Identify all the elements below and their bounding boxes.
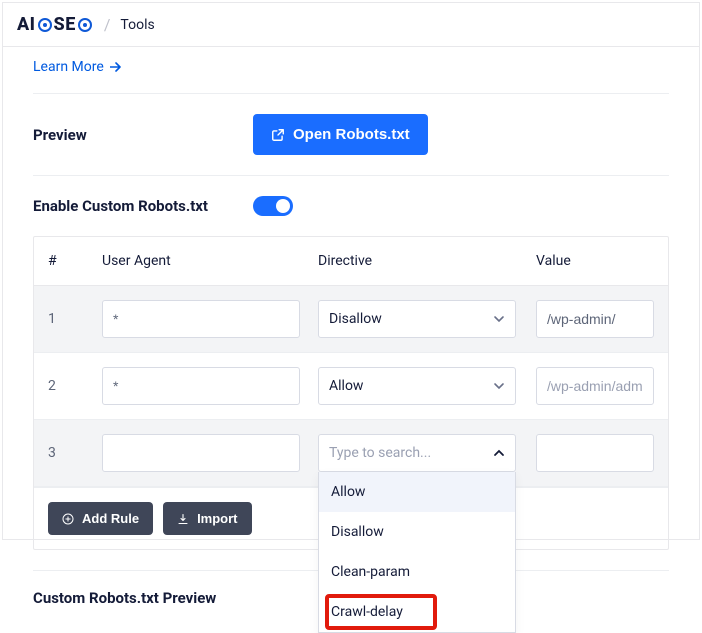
enable-toggle[interactable]: [253, 196, 293, 216]
import-label: Import: [197, 511, 237, 526]
arrow-right-icon: [110, 62, 122, 72]
value-field[interactable]: [536, 434, 654, 472]
plus-circle-icon: [62, 513, 74, 525]
col-header-val: Value: [536, 253, 654, 269]
row-num: 3: [48, 445, 102, 461]
gear-icon: [37, 17, 53, 33]
dropdown-option-disallow[interactable]: Disallow: [319, 512, 515, 552]
table-row: 3 Type to search... Allow Disallow Clean…: [34, 420, 668, 487]
learn-more-link[interactable]: Learn More: [33, 59, 122, 75]
chevron-down-icon: [493, 313, 505, 325]
directive-select[interactable]: Allow: [318, 367, 516, 405]
ua-field[interactable]: [102, 300, 300, 338]
table-row: 2 Allow: [34, 353, 668, 420]
open-robots-button[interactable]: Open Robots.txt: [253, 114, 428, 155]
col-header-dir: Directive: [318, 253, 536, 269]
value-field[interactable]: [536, 367, 654, 405]
preview-label: Preview: [33, 126, 253, 144]
directive-value: Disallow: [329, 311, 382, 327]
rules-table: # User Agent Directive Value 1 Disallow …: [33, 236, 669, 550]
table-row: 1 Disallow: [34, 286, 668, 353]
import-icon: [177, 513, 189, 525]
ua-field[interactable]: [102, 434, 300, 472]
col-header-num: #: [48, 253, 102, 269]
dropdown-option-allow[interactable]: Allow: [319, 472, 515, 512]
learn-more-label: Learn More: [33, 59, 104, 75]
preview-row: Preview Open Robots.txt: [33, 93, 669, 175]
row-num: 2: [48, 378, 102, 394]
chevron-down-icon: [493, 380, 505, 392]
col-header-ua: User Agent: [102, 253, 318, 269]
dropdown-option-cleanparam[interactable]: Clean-param: [319, 552, 515, 592]
directive-value: Allow: [329, 378, 363, 394]
external-link-icon: [271, 128, 285, 142]
directive-dropdown: Allow Disallow Clean-param Crawl-delay: [318, 472, 516, 633]
ua-field[interactable]: [102, 367, 300, 405]
chevron-up-icon: [493, 447, 505, 459]
enable-label: Enable Custom Robots.txt: [33, 197, 253, 215]
row-num: 1: [48, 311, 102, 327]
directive-placeholder: Type to search...: [329, 445, 431, 461]
breadcrumb: Tools: [120, 17, 154, 33]
add-rule-button[interactable]: Add Rule: [48, 502, 153, 535]
directive-select-open[interactable]: Type to search...: [318, 434, 516, 472]
value-field[interactable]: [536, 300, 654, 338]
dropdown-option-crawldelay[interactable]: Crawl-delay: [319, 592, 515, 632]
open-robots-label: Open Robots.txt: [293, 126, 410, 143]
logo: AISE: [17, 14, 94, 35]
breadcrumb-separator: /: [104, 15, 111, 34]
table-header: # User Agent Directive Value: [34, 237, 668, 286]
enable-row: Enable Custom Robots.txt: [33, 175, 669, 236]
app-header: AISE / Tools: [3, 3, 699, 47]
target-icon: [77, 17, 93, 33]
toggle-knob: [276, 199, 290, 213]
import-button[interactable]: Import: [163, 502, 251, 535]
directive-select[interactable]: Disallow: [318, 300, 516, 338]
add-rule-label: Add Rule: [82, 511, 139, 526]
